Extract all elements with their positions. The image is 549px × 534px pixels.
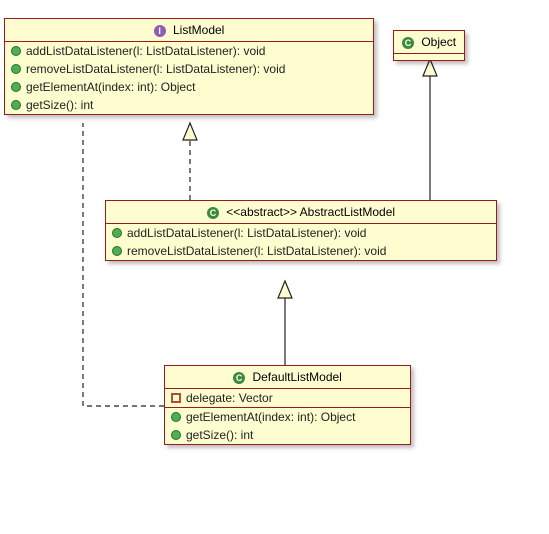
method-signature: removeListDataListener(l: ListDataListen… <box>127 244 386 258</box>
method-row: getElementAt(index: int): Object <box>165 408 410 426</box>
visibility-private-icon <box>171 393 181 403</box>
class-icon: C <box>207 207 219 219</box>
method-signature: addListDataListener(l: ListDataListener)… <box>127 226 366 240</box>
class-title: C DefaultListModel <box>165 366 410 389</box>
class-box-abstractlistmodel: C <<abstract>> AbstractListModel addList… <box>105 200 497 261</box>
field-signature: delegate: Vector <box>186 391 273 405</box>
fields-section: delegate: Vector <box>165 389 410 408</box>
class-name: ListModel <box>173 23 224 37</box>
method-row: getSize(): int <box>165 426 410 444</box>
methods-section: addListDataListener(l: ListDataListener)… <box>5 42 373 114</box>
visibility-public-icon <box>11 100 21 110</box>
visibility-public-icon <box>11 46 21 56</box>
method-signature: removeListDataListener(l: ListDataListen… <box>26 62 285 76</box>
method-signature: getSize(): int <box>26 98 93 112</box>
visibility-public-icon <box>112 246 122 256</box>
class-box-defaultlistmodel: C DefaultListModel delegate: Vector getE… <box>164 365 411 445</box>
class-icon: C <box>402 37 414 49</box>
class-box-object: C Object <box>393 30 465 61</box>
method-signature: getSize(): int <box>186 428 253 442</box>
method-row: removeListDataListener(l: ListDataListen… <box>5 60 373 78</box>
class-name: DefaultListModel <box>252 370 341 384</box>
field-row: delegate: Vector <box>165 389 410 407</box>
methods-section: addListDataListener(l: ListDataListener)… <box>106 224 496 260</box>
methods-section: getElementAt(index: int): Object getSize… <box>165 408 410 444</box>
class-title: C Object <box>394 31 464 54</box>
method-signature: addListDataListener(l: ListDataListener)… <box>26 44 265 58</box>
visibility-public-icon <box>112 228 122 238</box>
class-name: Object <box>421 35 456 49</box>
visibility-public-icon <box>171 430 181 440</box>
method-signature: getElementAt(index: int): Object <box>26 80 195 94</box>
class-box-listmodel: I ListModel addListDataListener(l: ListD… <box>4 18 374 115</box>
class-name: AbstractListModel <box>300 205 395 219</box>
class-stereotype: <<abstract>> <box>226 205 297 219</box>
method-row: addListDataListener(l: ListDataListener)… <box>5 42 373 60</box>
method-signature: getElementAt(index: int): Object <box>186 410 355 424</box>
visibility-public-icon <box>171 412 181 422</box>
visibility-public-icon <box>11 82 21 92</box>
interface-icon: I <box>154 25 166 37</box>
visibility-public-icon <box>11 64 21 74</box>
class-title: C <<abstract>> AbstractListModel <box>106 201 496 224</box>
method-row: getSize(): int <box>5 96 373 114</box>
class-title: I ListModel <box>5 19 373 42</box>
class-icon: C <box>233 372 245 384</box>
method-row: getElementAt(index: int): Object <box>5 78 373 96</box>
empty-section <box>394 54 464 60</box>
method-row: removeListDataListener(l: ListDataListen… <box>106 242 496 260</box>
method-row: addListDataListener(l: ListDataListener)… <box>106 224 496 242</box>
